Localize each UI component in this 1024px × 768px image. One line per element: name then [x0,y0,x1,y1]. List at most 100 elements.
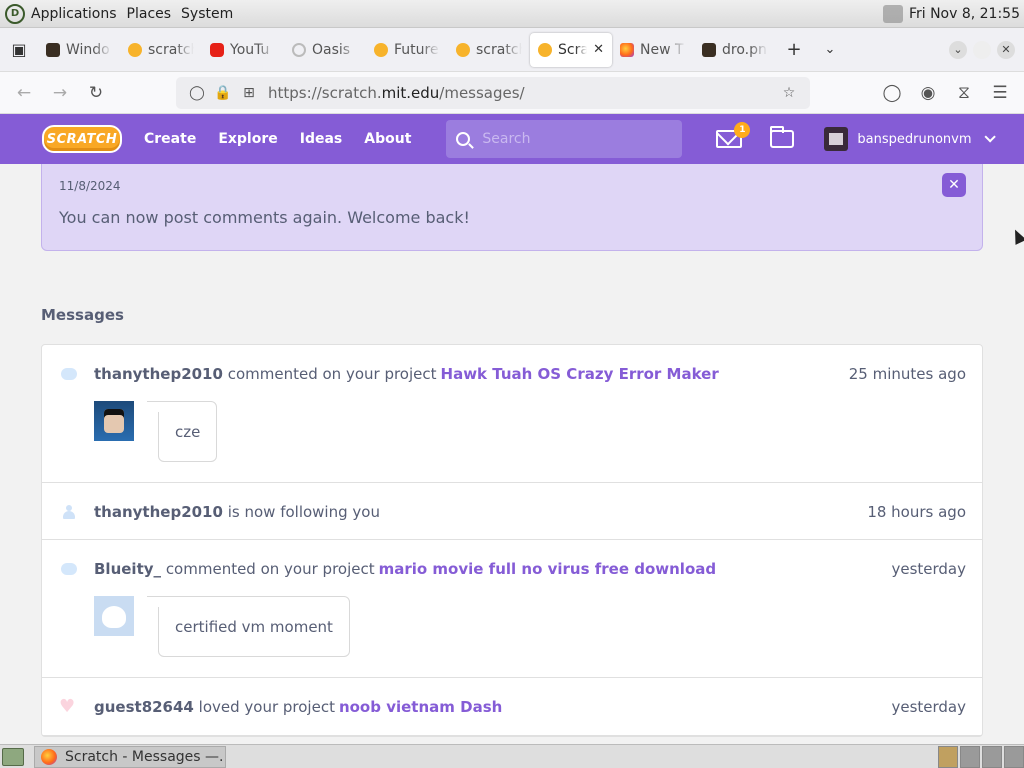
show-desktop-icon[interactable] [2,747,24,766]
tab-new-tab[interactable]: New T [612,33,694,67]
browser-tab-bar: ▣ Windo scratch YouTu Oasis Future scrat… [0,28,1024,72]
message-action: loved your project [198,698,335,716]
search-icon [456,132,471,146]
comment-icon [61,368,77,380]
applications-menu[interactable]: Applications [31,6,117,22]
nav-about[interactable]: About [364,131,411,147]
messages-envelope-icon[interactable]: 1 [716,122,751,148]
oasis-icon [292,42,306,57]
back-arrow-icon[interactable]: ← [6,75,42,111]
message-username[interactable]: Blueity_ [94,560,161,578]
comment-icon [61,563,77,575]
scratch-icon [128,42,142,57]
tab-oasis[interactable]: Oasis [284,33,366,67]
address-bar[interactable]: ◯ 🔒 ⊞ https://scratch.mit.edu/messages/ … [176,76,810,109]
list-all-tabs-chevron-icon[interactable]: ⌄ [812,28,848,72]
my-stuff-folder-icon[interactable] [770,126,795,148]
bookmark-star-icon[interactable]: ☆ [776,85,802,101]
volume-icon[interactable] [882,4,903,23]
account-icon[interactable]: ◉ [910,75,946,111]
system-menu-bar: D Applications Places System Fri Nov 8, … [0,0,1024,28]
message-username[interactable]: guest82644 [94,698,194,716]
new-tab-plus-icon[interactable]: + [776,28,812,72]
message-item: thanythep2010 is now following you 18 ho… [42,483,982,540]
username[interactable]: banspedrunonvm [857,132,971,147]
distro-logo-icon[interactable]: D [5,3,25,24]
nav-ideas[interactable]: Ideas [300,131,343,147]
tab-future[interactable]: Future [366,33,448,67]
url-text[interactable]: https://scratch.mit.edu/messages/ [268,84,776,102]
firefox-icon [41,748,57,765]
messages-list: thanythep2010 commented on your project … [41,344,983,737]
forward-arrow-icon[interactable]: → [42,75,78,111]
message-action: commented on your project [227,365,437,383]
message-row: thanythep2010 commented on your project … [42,345,982,403]
message-username[interactable]: thanythep2010 [94,365,223,383]
commenter-avatar[interactable] [94,401,134,441]
reload-icon[interactable]: ↻ [78,75,114,111]
heart-icon: ♥ [59,696,76,717]
alert-close-button[interactable]: ✕ [942,173,966,197]
clock[interactable]: Fri Nov 8, 21:55 [909,6,1020,22]
close-tab-icon[interactable]: ✕ [593,42,604,57]
system-menu[interactable]: System [181,6,233,22]
extensions-puzzle-icon[interactable]: ⧖ [946,75,982,111]
hamburger-menu-icon[interactable]: ☰ [982,75,1018,111]
minimize-window-icon[interactable]: ⌄ [949,40,967,59]
message-project-link[interactable]: mario movie full no virus free download [379,560,717,578]
tab-scratch-1[interactable]: scratch [120,33,202,67]
nav-explore[interactable]: Explore [218,131,277,147]
comment-bubble[interactable]: cze [146,401,218,462]
message-project-link[interactable]: Hawk Tuah OS Crazy Error Maker [441,365,719,383]
scratch-search-input[interactable]: Search [446,120,683,158]
message-time: yesterday [891,698,966,716]
tab-overview-icon[interactable]: ▣ [0,28,38,72]
account-dropdown-chevron-icon[interactable] [983,131,996,143]
message-time: 18 hours ago [867,502,966,521]
message-item: Blueity_ commented on your project mario… [42,540,982,678]
message-row: thanythep2010 is now following you 18 ho… [42,483,982,540]
tab-youtube[interactable]: YouTu [202,33,284,67]
tab-scratch-messages[interactable]: Scra ✕ [530,32,612,67]
scratch-icon [538,42,552,57]
taskbar-firefox-window[interactable]: Scratch - Messages —... [34,745,226,768]
follow-user-icon [63,504,75,519]
message-username[interactable]: thanythep2010 [94,503,223,521]
permissions-icon[interactable]: ⊞ [236,85,262,101]
youtube-icon [210,42,224,57]
message-project-link[interactable]: noob vietnam Dash [339,698,502,716]
places-menu[interactable]: Places [127,6,172,22]
image-icon [46,42,60,57]
maximize-window-icon[interactable] [973,40,991,59]
scratch-header: SCRATCH Create Explore Ideas About Searc… [0,114,1024,164]
search-placeholder: Search [482,131,531,147]
workspace-2[interactable] [960,745,980,768]
message-row: Blueity_ commented on your project mario… [42,540,982,598]
workspace-3[interactable] [982,745,1002,768]
nav-create[interactable]: Create [144,131,196,147]
message-item: thanythep2010 commented on your project … [42,345,982,483]
commenter-avatar[interactable] [94,596,134,636]
workspace-4[interactable] [1004,745,1024,768]
lock-icon[interactable]: 🔒 [210,85,236,101]
scratch-icon [456,42,470,57]
workspace-1[interactable] [938,745,958,768]
message-action: commented on your project [165,560,375,578]
messages-title: Messages [41,306,124,324]
pocket-icon[interactable]: ◯ [874,75,910,111]
scratch-logo[interactable]: SCRATCH [42,125,122,153]
message-item: ♥ guest82644 loved your project noob vie… [42,678,982,736]
firefox-icon [620,42,634,57]
shield-icon[interactable]: ◯ [184,85,210,101]
alert-text: You can now post comments again. Welcome… [59,208,470,227]
message-time: 25 minutes ago [848,365,966,383]
user-avatar[interactable] [824,127,849,151]
alert-banner: 11/8/2024 You can now post comments agai… [41,164,983,251]
tab-scratch-2[interactable]: scratch [448,33,530,67]
tab-windo[interactable]: Windo [38,33,120,67]
page-content: 11/8/2024 You can now post comments agai… [0,164,1024,744]
close-window-icon[interactable]: ✕ [997,40,1015,59]
comment-bubble[interactable]: certified vm moment [147,596,350,657]
message-count-badge: 1 [734,122,751,138]
tab-dro-png[interactable]: dro.pn [694,33,776,67]
